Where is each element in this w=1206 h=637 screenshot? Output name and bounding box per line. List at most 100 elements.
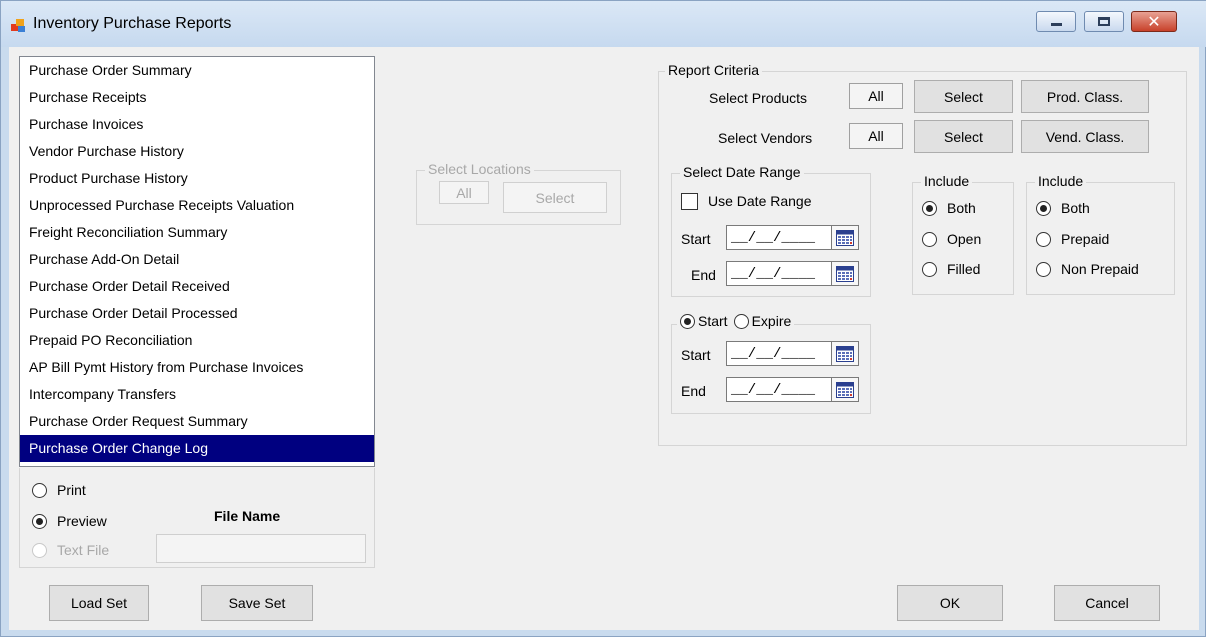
radio-circle-selected: [32, 513, 47, 529]
start-option-label: Start: [698, 313, 728, 329]
report-list-item[interactable]: Unprocessed Purchase Receipts Valuation: [20, 192, 374, 219]
report-list-item[interactable]: Purchase Order Change Log: [20, 435, 374, 462]
report-list-item[interactable]: Purchase Order Detail Processed: [20, 300, 374, 327]
include-prepaid-both-label: Both: [1061, 200, 1090, 216]
close-icon: ✕: [1147, 11, 1161, 31]
maximize-button[interactable]: [1084, 11, 1124, 32]
vendors-select-button[interactable]: Select: [914, 120, 1013, 153]
date-range-legend: Select Date Range: [680, 164, 804, 180]
radio-circle-selected: [1036, 200, 1051, 216]
locations-select-button[interactable]: Select: [503, 182, 607, 213]
app-icon: [11, 18, 27, 34]
include-status-group: Include Both Open Filled: [912, 173, 1014, 295]
prod-class-button[interactable]: Prod. Class.: [1021, 80, 1149, 113]
save-set-button[interactable]: Save Set: [201, 585, 313, 621]
radio-circle: [1036, 231, 1051, 247]
radio-circle: [922, 231, 937, 247]
date-end-calendar-button[interactable]: [831, 261, 859, 286]
include-status-legend: Include: [921, 173, 973, 189]
include-status-both-label: Both: [947, 200, 976, 216]
include-prepaid-prepaid-label: Prepaid: [1061, 231, 1110, 247]
date-end-field[interactable]: __/__/____: [726, 261, 832, 286]
text-file-label: Text File: [57, 542, 110, 558]
radio-circle: [733, 313, 749, 329]
load-set-button[interactable]: Load Set: [49, 585, 149, 621]
radio-circle-selected: [680, 313, 695, 329]
report-list-item[interactable]: Intercompany Transfers: [20, 381, 374, 408]
vend-class-button[interactable]: Vend. Class.: [1021, 120, 1149, 153]
include-prepaid-prepaid-radio[interactable]: Prepaid: [1036, 231, 1109, 247]
expire-end-calendar-button[interactable]: [831, 377, 859, 402]
report-list[interactable]: Purchase Order Summary Purchase Receipts P…: [19, 56, 375, 467]
report-list-item[interactable]: Purchase Order Detail Received: [20, 273, 374, 300]
minimize-button[interactable]: [1036, 11, 1076, 32]
report-criteria-legend: Report Criteria: [665, 62, 763, 78]
include-status-both-radio[interactable]: Both: [922, 200, 976, 216]
report-window: Inventory Purchase Reports ✕ Purchase Or…: [0, 0, 1206, 637]
expire-end-label: End: [681, 383, 706, 399]
date-start-label: Start: [681, 231, 711, 247]
radio-circle: [922, 261, 937, 277]
output-options: Print Preview Text File File Name: [19, 468, 375, 568]
radio-circle: [32, 542, 47, 558]
preview-radio[interactable]: Preview: [32, 513, 107, 529]
calendar-icon: [836, 265, 854, 282]
use-date-range-label: Use Date Range: [708, 193, 812, 209]
start-expire-legend: Start Expire: [677, 313, 795, 329]
select-locations-group: Select Locations All Select: [416, 161, 621, 225]
include-prepaid-nonprepaid-radio[interactable]: Non Prepaid: [1036, 261, 1139, 277]
report-list-item[interactable]: Purchase Order Request Summary: [20, 408, 374, 435]
radio-circle: [32, 482, 47, 498]
report-list-item[interactable]: Purchase Invoices: [20, 111, 374, 138]
expire-start-calendar-button[interactable]: [831, 341, 859, 366]
select-locations-legend: Select Locations: [425, 161, 534, 177]
expire-option-radio[interactable]: Expire: [733, 313, 792, 329]
calendar-icon: [836, 229, 854, 246]
maximize-icon: [1098, 17, 1110, 26]
print-label: Print: [57, 482, 86, 498]
date-start-calendar-button[interactable]: [831, 225, 859, 250]
date-range-group: Select Date Range Use Date Range Start _…: [671, 164, 871, 297]
report-list-item[interactable]: AP Bill Pymt History from Purchase Invoi…: [20, 354, 374, 381]
include-status-open-label: Open: [947, 231, 982, 247]
ok-button[interactable]: OK: [897, 585, 1003, 621]
file-name-input[interactable]: [156, 534, 366, 563]
expire-end-field[interactable]: __/__/____: [726, 377, 832, 402]
print-radio[interactable]: Print: [32, 482, 86, 498]
report-list-item[interactable]: Purchase Add-On Detail: [20, 246, 374, 273]
cancel-button[interactable]: Cancel: [1054, 585, 1160, 621]
include-prepaid-legend: Include: [1035, 173, 1087, 189]
select-products-label: Select Products: [709, 90, 808, 106]
report-list-item[interactable]: Product Purchase History: [20, 165, 374, 192]
report-list-item[interactable]: Purchase Receipts: [20, 84, 374, 111]
report-list-item[interactable]: Prepaid PO Reconciliation: [20, 327, 374, 354]
include-prepaid-both-radio[interactable]: Both: [1036, 200, 1090, 216]
expire-start-label: Start: [681, 347, 711, 363]
minimize-icon: [1050, 23, 1062, 26]
include-status-open-radio[interactable]: Open: [922, 231, 981, 247]
text-file-radio[interactable]: Text File: [32, 542, 109, 558]
client-area: Purchase Order Summary Purchase Receipts P…: [9, 47, 1199, 630]
close-button[interactable]: ✕: [1131, 11, 1177, 32]
title-bar[interactable]: Inventory Purchase Reports ✕: [1, 1, 1206, 47]
radio-circle-selected: [922, 200, 937, 216]
include-status-filled-radio[interactable]: Filled: [922, 261, 980, 277]
start-option-radio[interactable]: Start: [680, 313, 728, 329]
products-select-button[interactable]: Select: [914, 80, 1013, 113]
radio-circle: [1036, 261, 1051, 277]
report-list-item[interactable]: Purchase Order Summary: [20, 57, 374, 84]
report-criteria-group: Report Criteria Select Products All Sele…: [658, 62, 1187, 446]
include-status-filled-label: Filled: [947, 261, 981, 277]
select-vendors-label: Select Vendors: [718, 130, 813, 146]
report-list-item[interactable]: Freight Reconciliation Summary: [20, 219, 374, 246]
report-list-item[interactable]: Vendor Purchase History: [20, 138, 374, 165]
include-prepaid-nonprepaid-label: Non Prepaid: [1061, 261, 1139, 277]
use-date-range-checkbox[interactable]: [681, 193, 698, 210]
expire-option-label: Expire: [751, 313, 792, 329]
start-expire-group: Start Expire Start __/__/____ End __/__/…: [671, 313, 871, 414]
locations-all-box: All: [439, 181, 489, 204]
preview-label: Preview: [57, 513, 107, 529]
calendar-icon: [836, 381, 854, 398]
date-start-field[interactable]: __/__/____: [726, 225, 832, 250]
expire-start-field[interactable]: __/__/____: [726, 341, 832, 366]
